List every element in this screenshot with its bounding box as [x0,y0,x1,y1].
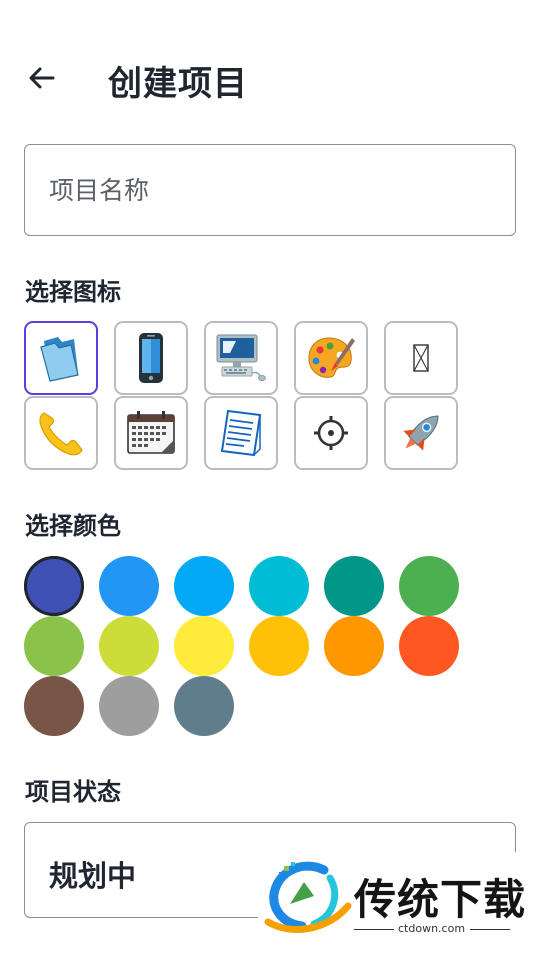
missing-glyph-icon [413,344,429,372]
status-section-label: 项目状态 [25,778,121,806]
color-swatch[interactable] [99,556,159,616]
color-swatch[interactable] [249,556,309,616]
icon-option-document[interactable] [204,396,278,470]
project-name-input[interactable] [25,145,515,235]
color-swatch[interactable] [399,616,459,676]
color-swatch[interactable] [24,676,84,736]
icon-option-calendar[interactable] [114,396,188,470]
folder-icon [40,337,79,382]
icon-section-label: 选择图标 [25,278,121,306]
color-swatch[interactable] [174,556,234,616]
color-swatch[interactable] [324,616,384,676]
color-swatch[interactable] [99,676,159,736]
site-logo-icon [264,861,352,933]
color-section-label: 选择颜色 [25,512,121,540]
app-header: 创建项目 [0,0,540,160]
icon-option-mobile[interactable] [114,321,188,395]
color-swatch[interactable] [24,556,84,616]
color-picker [24,556,464,738]
telephone-receiver-icon [39,412,83,456]
icon-option-folder[interactable] [24,321,98,395]
color-swatch[interactable] [249,616,309,676]
icon-option-rocket[interactable] [384,396,458,470]
icon-option-desktop[interactable] [204,321,278,395]
site-watermark: 传统下载 ctdown.com [258,852,540,960]
rocket-icon [403,415,439,451]
icon-option-phone[interactable] [24,396,98,470]
document-icon [220,409,262,457]
color-swatch[interactable] [174,676,234,736]
watermark-url: ctdown.com [398,922,466,935]
desktop-computer-icon [216,334,266,382]
settings-cog-icon [314,416,348,450]
icon-option-settings[interactable] [294,396,368,470]
color-swatch[interactable] [99,616,159,676]
color-swatch[interactable] [324,556,384,616]
watermark-divider-left [354,929,394,930]
status-value: 规划中 [49,859,137,893]
color-swatch[interactable] [24,616,84,676]
watermark-name: 传统下载 [354,875,527,924]
page-title: 创建项目 [108,64,248,104]
artist-palette-icon [308,337,355,378]
mobile-phone-icon [139,333,163,383]
icon-option-missing[interactable] [384,321,458,395]
project-name-field[interactable] [24,144,516,236]
back-button[interactable] [22,58,62,98]
icon-option-palette[interactable] [294,321,368,395]
watermark-divider-right [470,929,510,930]
arrow-back-icon [29,67,55,89]
color-swatch[interactable] [399,556,459,616]
color-swatch[interactable] [174,616,234,676]
calendar-icon [127,411,175,454]
